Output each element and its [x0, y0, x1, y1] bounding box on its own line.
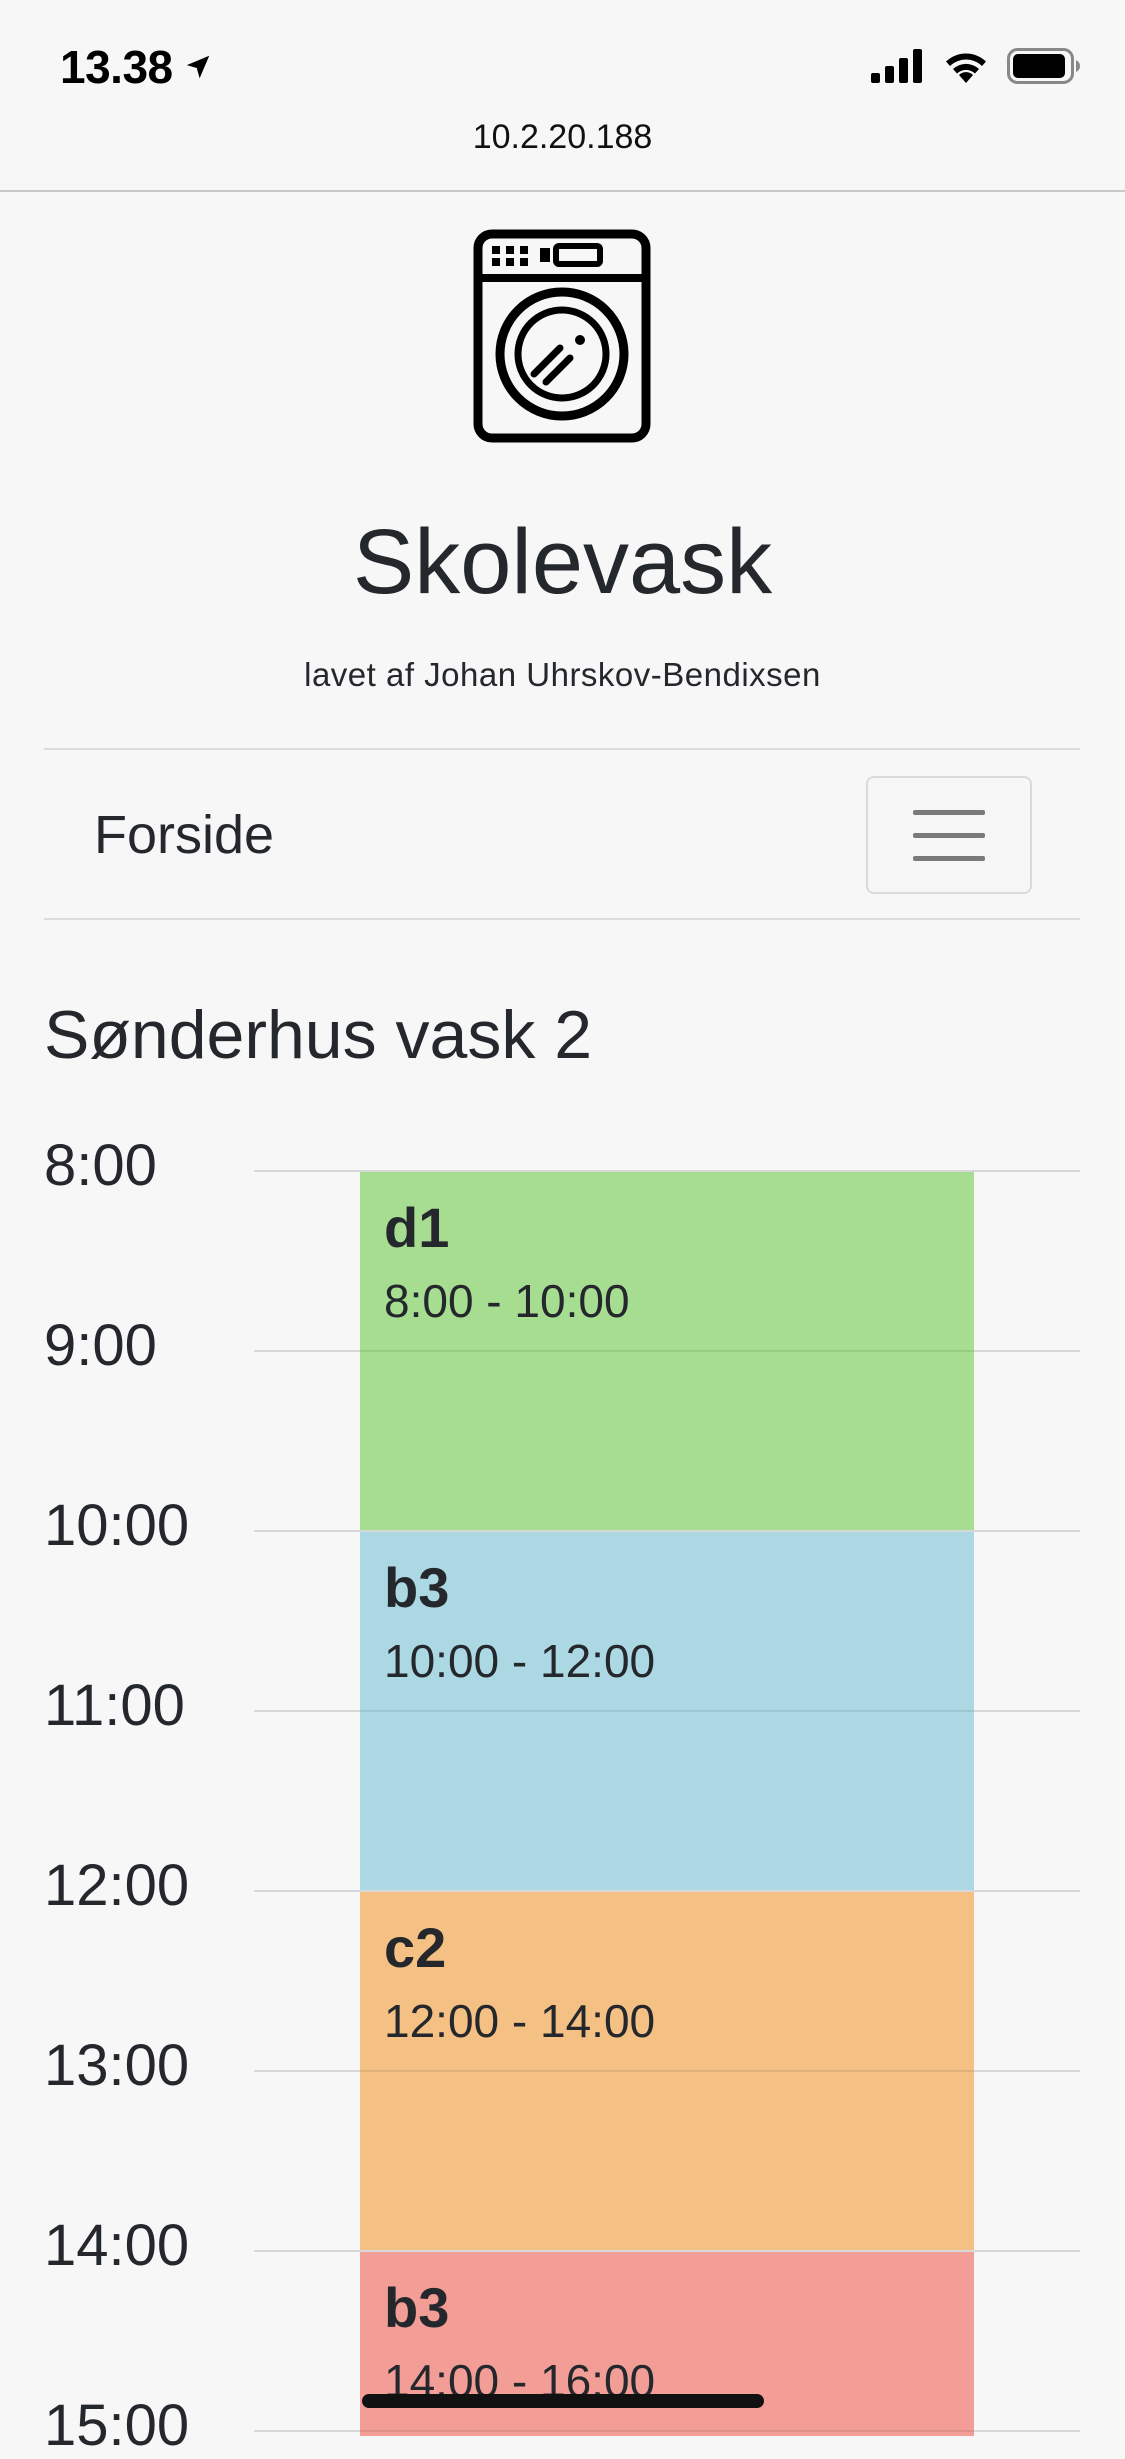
hour-label: 12:00: [44, 1853, 190, 1918]
status-bar: 13.38 10.2.20.188: [0, 0, 1125, 192]
booking-hour-divider: [360, 2070, 974, 2072]
cellular-signal-icon: [871, 49, 922, 83]
booking-time: 10:00 - 12:00: [384, 1635, 656, 1687]
booking-hour-divider: [360, 2430, 974, 2432]
site-title: Skolevask: [352, 511, 773, 613]
booking-time: 12:00 - 14:00: [384, 1995, 656, 2047]
hour-label: 13:00: [44, 2033, 190, 2098]
nav-toggler-button[interactable]: [866, 776, 1032, 894]
battery-icon: [1007, 48, 1080, 84]
booking-hour-divider: [360, 1710, 974, 1712]
status-time-text: 13.38: [60, 41, 173, 93]
booking-block[interactable]: b3 14:00 - 16:00: [360, 2252, 974, 2436]
booking-hour-divider: [360, 1350, 974, 1352]
hamburger-menu-icon-bar: [913, 832, 985, 838]
hour-label: 14:00: [44, 2213, 190, 2278]
address-bar-url[interactable]: 10.2.20.188: [0, 118, 1125, 157]
page-heading: Sønderhus vask 2: [44, 997, 593, 1073]
status-icons: [871, 48, 1081, 84]
nav-brand-link[interactable]: Forside: [94, 804, 274, 866]
hour-label: 8:00: [44, 1133, 157, 1198]
booking-block[interactable]: b3 10:00 - 12:00: [360, 1532, 974, 1890]
booking-block[interactable]: d1 8:00 - 10:00: [360, 1172, 974, 1530]
wifi-icon: [946, 53, 986, 83]
hour-label: 9:00: [44, 1313, 157, 1378]
hour-label: 11:00: [44, 1673, 185, 1738]
hour-label: 15:00: [44, 2393, 190, 2458]
booking-name: d1: [384, 1196, 450, 1259]
navbar: Forside: [44, 748, 1080, 920]
washing-machine-icon: [473, 229, 651, 443]
site-subtitle: lavet af Johan Uhrskov-Bendixsen: [304, 656, 821, 693]
home-indicator: [362, 2394, 764, 2408]
hour-label: 10:00: [44, 1493, 190, 1558]
hamburger-menu-icon-bar: [913, 855, 985, 861]
booking-name: b3: [384, 2276, 450, 2339]
booking-time: 8:00 - 10:00: [384, 1275, 630, 1327]
booking-block[interactable]: c2 12:00 - 14:00: [360, 1892, 974, 2250]
booking-name: b3: [384, 1556, 450, 1619]
hamburger-menu-icon: [913, 809, 985, 815]
status-time: 13.38: [60, 40, 213, 94]
booking-name: c2: [384, 1916, 447, 1979]
location-arrow-icon: [186, 55, 209, 79]
